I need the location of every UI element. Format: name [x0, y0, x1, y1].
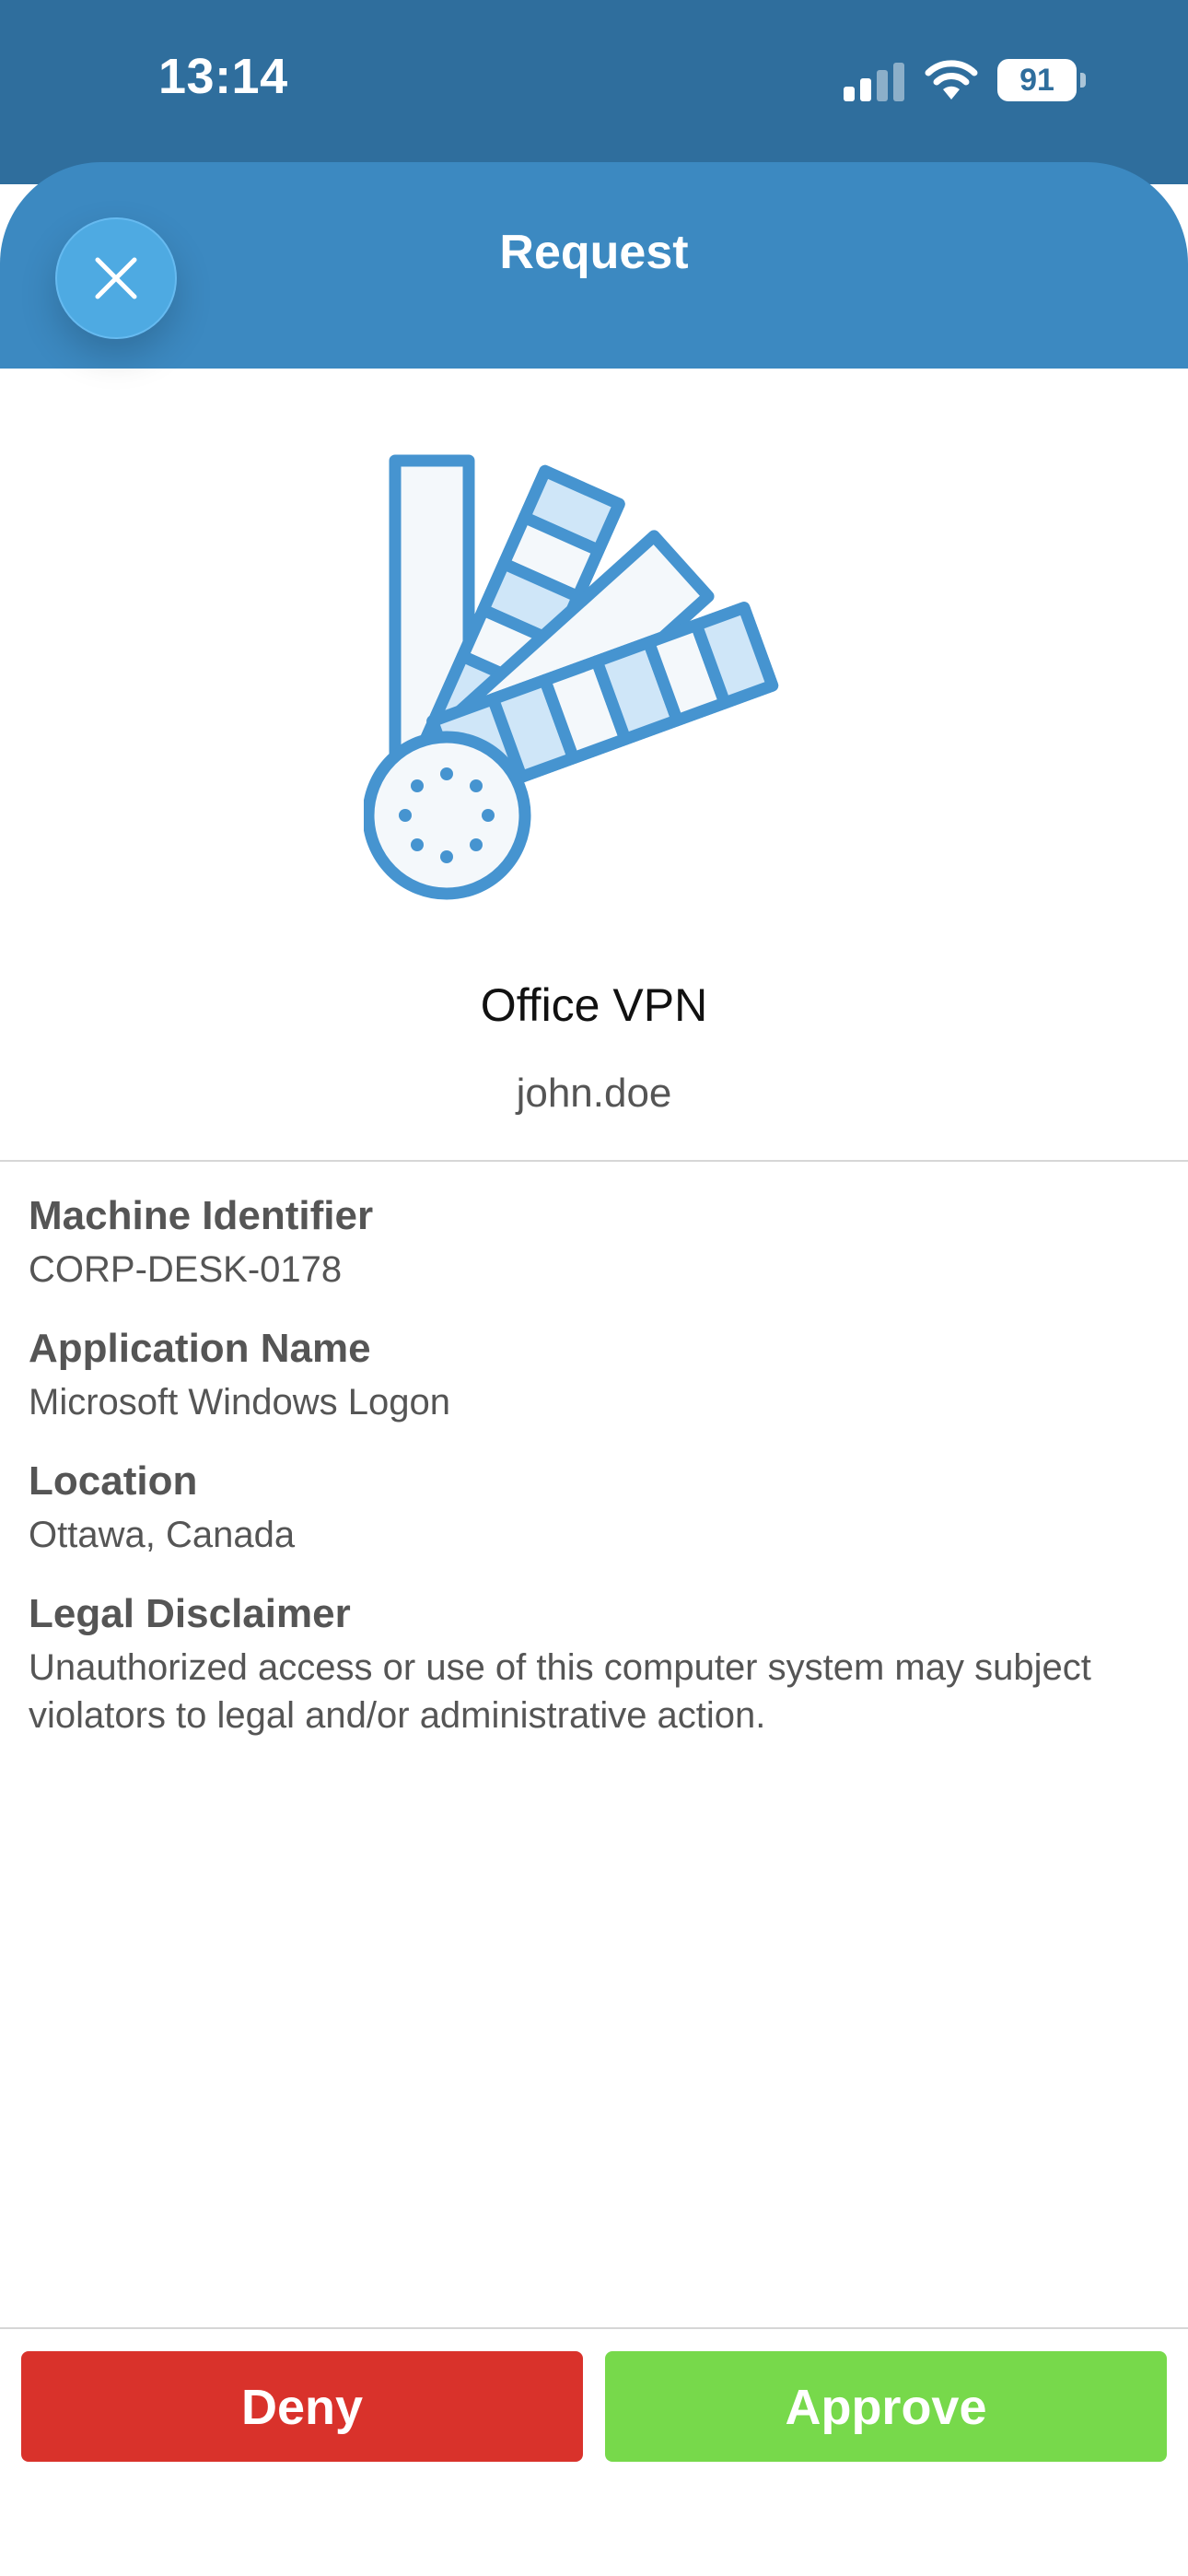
- wifi-icon: [925, 60, 978, 100]
- app-name: Office VPN: [480, 979, 708, 1031]
- detail-application-name: Application Name Microsoft Windows Logon: [29, 1321, 1152, 1426]
- battery-body: 91: [997, 59, 1077, 101]
- header-bar: Request: [0, 162, 1188, 369]
- detail-legal-disclaimer: Legal Disclaimer Unauthorized access or …: [29, 1587, 1152, 1739]
- request-details: Machine Identifier CORP-DESK-0178 Applic…: [29, 1188, 1152, 1767]
- cellular-signal-icon: [844, 63, 904, 101]
- status-bar: 13:14 91: [0, 0, 1188, 184]
- detail-value: Microsoft Windows Logon: [29, 1382, 450, 1423]
- status-time: 13:14: [158, 49, 288, 104]
- battery-icon: 91: [997, 59, 1086, 101]
- username: john.doe: [516, 1071, 672, 1116]
- detail-label: Machine Identifier: [29, 1193, 374, 1238]
- close-icon: [95, 257, 137, 299]
- detail-label: Application Name: [29, 1326, 371, 1371]
- detail-value: Ottawa, Canada: [29, 1515, 296, 1555]
- detail-label: Location: [29, 1458, 198, 1504]
- action-divider: [0, 2327, 1188, 2329]
- detail-location: Location Ottawa, Canada: [29, 1454, 1152, 1559]
- detail-value: Unauthorized access or use of this compu…: [29, 1647, 1091, 1736]
- page-title: Request: [499, 226, 689, 279]
- battery-tip: [1080, 73, 1086, 88]
- deny-button[interactable]: Deny: [21, 2351, 583, 2462]
- divider: [0, 1160, 1188, 1162]
- battery-level: 91: [1019, 63, 1054, 98]
- detail-label: Legal Disclaimer: [29, 1591, 351, 1636]
- color-swatch-icon: [364, 454, 779, 900]
- approve-button[interactable]: Approve: [605, 2351, 1167, 2462]
- detail-machine-identifier: Machine Identifier CORP-DESK-0178: [29, 1188, 1152, 1294]
- detail-value: CORP-DESK-0178: [29, 1249, 343, 1290]
- close-button[interactable]: [55, 217, 177, 339]
